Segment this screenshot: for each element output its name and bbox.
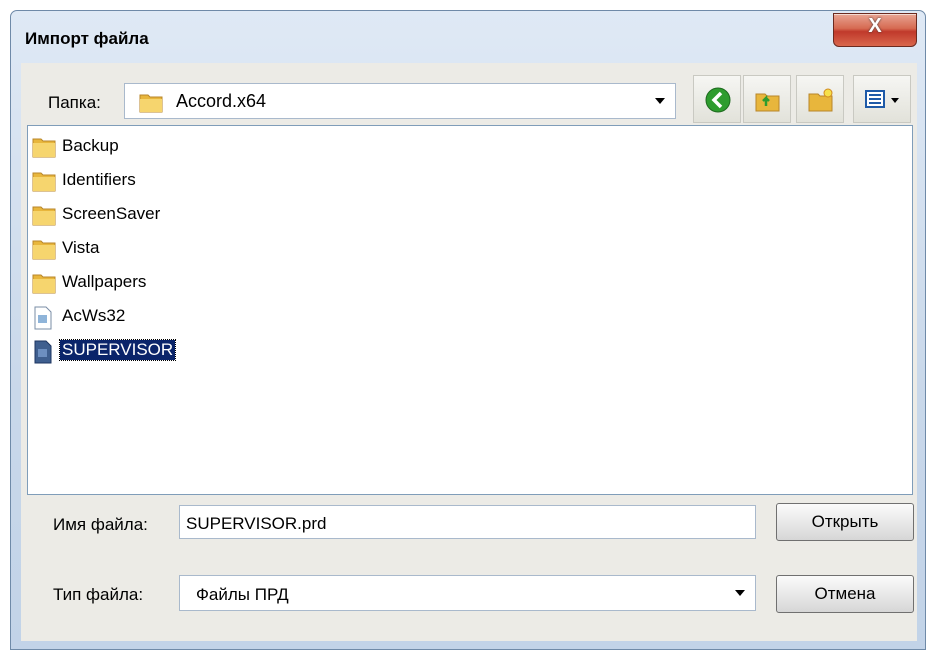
dialog-body: Папка: Accord.x64 Backup Identifiers Scr… — [21, 63, 917, 641]
folder-select[interactable]: Accord.x64 — [124, 83, 676, 119]
folder-icon — [32, 272, 56, 299]
folder-label: Папка: — [48, 93, 101, 112]
folder-icon — [32, 204, 56, 231]
open-button[interactable]: Открыть — [776, 503, 914, 541]
file-name: AcWs32 — [62, 306, 126, 325]
back-button[interactable] — [693, 75, 741, 123]
folder-icon — [32, 170, 56, 197]
view-menu-icon — [865, 90, 899, 108]
folder-icon — [32, 238, 56, 265]
chevron-down-icon[interactable] — [735, 590, 745, 596]
back-icon — [705, 87, 731, 113]
filetype-label: Тип файла: — [53, 585, 144, 604]
file-name: SUPERVISOR — [58, 339, 177, 361]
cancel-button[interactable]: Отмена — [776, 575, 914, 613]
filetype-select[interactable]: Файлы ПРД — [179, 575, 756, 611]
new-folder-button[interactable] — [796, 75, 844, 123]
folder-icon — [32, 136, 56, 163]
filename-input[interactable]: SUPERVISOR.prd — [179, 505, 756, 539]
file-name: Wallpapers — [62, 272, 147, 291]
close-button[interactable]: X — [833, 13, 917, 47]
file-name: ScreenSaver — [62, 204, 161, 223]
file-name: Identifiers — [62, 170, 136, 189]
title-bar: Импорт файла X — [11, 11, 925, 63]
file-icon — [32, 340, 54, 369]
filetype-value: Файлы ПРД — [196, 585, 289, 604]
file-name: Vista — [62, 238, 100, 257]
folder-up-button[interactable] — [743, 75, 791, 123]
view-menu-button[interactable] — [853, 75, 911, 123]
folder-icon — [139, 91, 163, 118]
file-icon — [32, 306, 54, 335]
chevron-down-icon[interactable] — [655, 98, 665, 104]
folder-current: Accord.x64 — [176, 91, 267, 111]
file-name: Backup — [62, 136, 119, 155]
filename-label: Имя файла: — [53, 515, 148, 534]
import-file-dialog: Импорт файла X Папка: Accord.x64 Backup — [10, 10, 926, 650]
file-list[interactable]: Backup Identifiers ScreenSaver Vista Wal… — [27, 125, 913, 495]
dialog-title: Импорт файла — [25, 29, 149, 48]
folder-up-icon — [755, 93, 780, 112]
close-icon: X — [868, 15, 882, 37]
new-folder-icon — [808, 88, 833, 112]
